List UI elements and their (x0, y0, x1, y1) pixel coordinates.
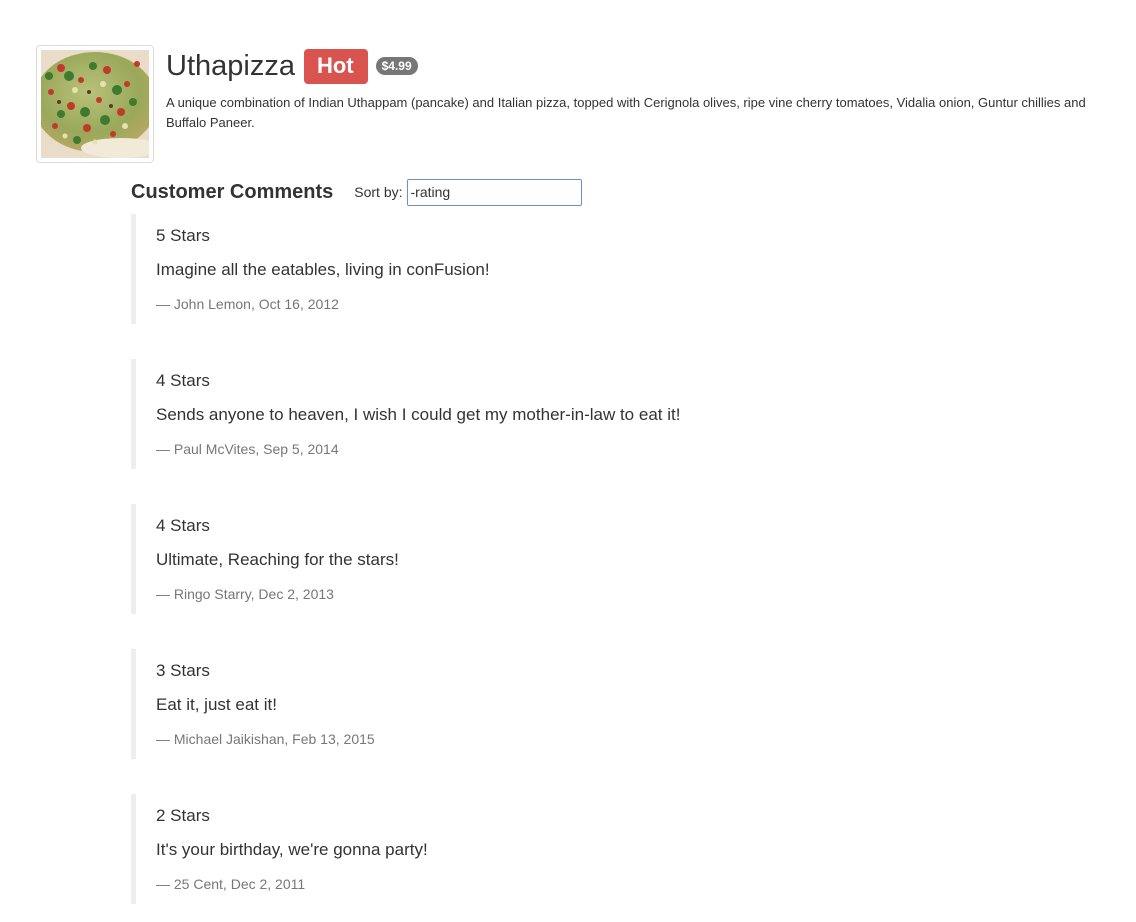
page: Uthapizza Hot $4.99 A unique combination… (0, 0, 1136, 922)
sort-input[interactable] (406, 178, 582, 206)
comment-author: — John Lemon, Oct 16, 2012 (156, 296, 339, 312)
dish-body: Uthapizza Hot $4.99 A unique combination… (166, 45, 1111, 146)
comment-item: 5 Stars Imagine all the eatables, living… (131, 214, 1031, 324)
comment-item: 3 Stars Eat it, just eat it! — Michael J… (131, 649, 1031, 759)
comments-header: Customer Comments Sort by: (131, 178, 1111, 206)
comment-text: It's your birthday, we're gonna party! (156, 840, 428, 859)
comment-rating: 5 Stars (156, 226, 210, 245)
comment-item: 4 Stars Sends anyone to heaven, I wish I… (131, 359, 1031, 469)
dish-description: A unique combination of Indian Uthappam … (166, 95, 1086, 130)
comment-rating: 4 Stars (156, 371, 210, 390)
comment-author: — Paul McVites, Sep 5, 2014 (156, 441, 339, 457)
hot-label: Hot (303, 48, 368, 84)
comment-rating: 4 Stars (156, 516, 210, 535)
comments-title: Customer Comments (131, 180, 334, 203)
comment-text: Imagine all the eatables, living in conF… (156, 260, 490, 279)
comment-text: Eat it, just eat it! (156, 695, 277, 714)
comments-section: Customer Comments Sort by: 5 Stars Imagi… (131, 178, 1111, 904)
comment-rating: 3 Stars (156, 661, 210, 680)
comment-text: Ultimate, Reaching for the stars! (156, 550, 399, 569)
comment-author: — 25 Cent, Dec 2, 2011 (156, 876, 306, 892)
price-badge: $4.99 (375, 57, 418, 75)
pizza-photo-icon (41, 50, 149, 158)
dish-heading: Uthapizza Hot $4.99 (166, 47, 1111, 85)
comment-rating: 2 Stars (156, 806, 210, 825)
sort-label: Sort by: (354, 184, 403, 200)
comment-item: 2 Stars It's your birthday, we're gonna … (131, 794, 1031, 904)
dish-thumbnail[interactable] (36, 45, 154, 163)
comment-text: Sends anyone to heaven, I wish I could g… (156, 405, 681, 424)
comment-item: 4 Stars Ultimate, Reaching for the stars… (131, 504, 1031, 614)
comment-author: — Michael Jaikishan, Feb 13, 2015 (156, 731, 375, 747)
comment-author: — Ringo Starry, Dec 2, 2013 (156, 586, 334, 602)
dish-name: Uthapizza (166, 50, 295, 82)
